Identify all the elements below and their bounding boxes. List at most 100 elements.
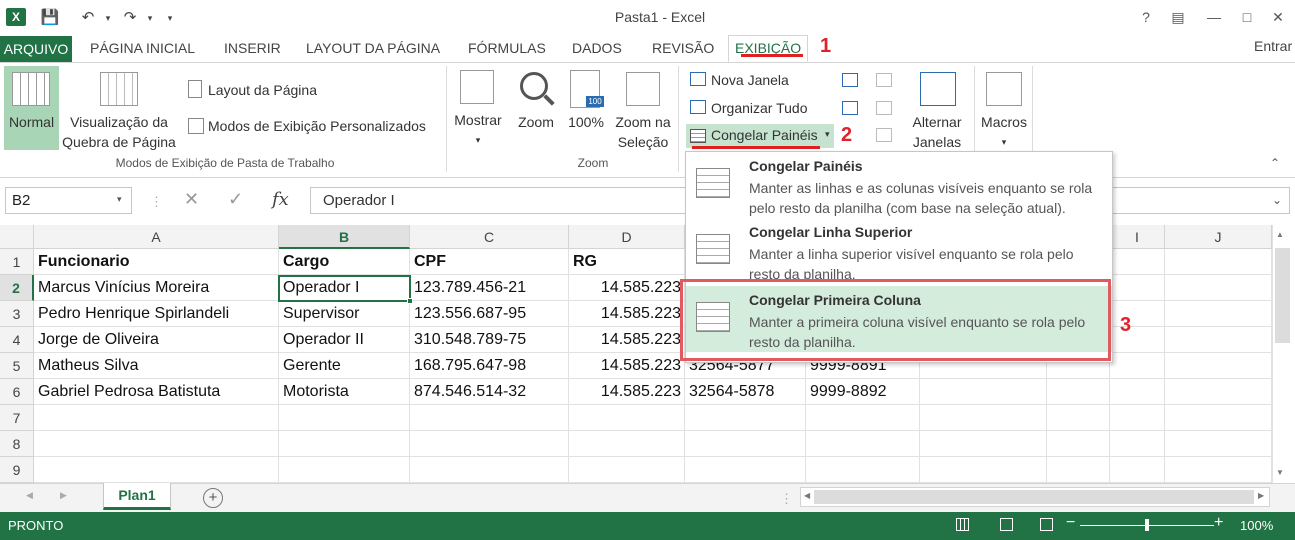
- cell-b5[interactable]: Gerente: [279, 353, 410, 379]
- page-break-status-icon[interactable]: [1040, 518, 1053, 531]
- cell-b1[interactable]: Cargo: [279, 249, 410, 275]
- sheet-tab-plan1[interactable]: Plan1: [103, 483, 171, 510]
- cell-j6[interactable]: [1165, 379, 1272, 405]
- redo-dropdown-icon[interactable]: ▾: [140, 8, 160, 28]
- scroll-up-icon[interactable]: ▲: [1276, 230, 1284, 239]
- cell-j2[interactable]: [1165, 275, 1272, 301]
- insert-function-icon[interactable]: fx: [272, 189, 289, 210]
- cell-d8[interactable]: [569, 431, 685, 457]
- tab-review[interactable]: REVISÃO: [646, 36, 720, 60]
- customize-toolbar-icon[interactable]: ▾: [160, 8, 180, 28]
- cell-j3[interactable]: [1165, 301, 1272, 327]
- collapse-ribbon-icon[interactable]: ⌃: [1270, 156, 1280, 170]
- cell-d3[interactable]: 14.585.223: [569, 301, 685, 327]
- cell-a9[interactable]: [34, 457, 279, 483]
- cell-g9[interactable]: [920, 457, 1047, 483]
- row-header-5[interactable]: 5: [0, 353, 34, 379]
- cell-f6[interactable]: 9999-8892: [806, 379, 920, 405]
- cell-d6[interactable]: 14.585.223: [569, 379, 685, 405]
- cell-j5[interactable]: [1165, 353, 1272, 379]
- cell-c3[interactable]: 123.556.687-95: [410, 301, 569, 327]
- cell-j8[interactable]: [1165, 431, 1272, 457]
- cell-g8[interactable]: [920, 431, 1047, 457]
- close-icon[interactable]: ✕: [1266, 6, 1290, 28]
- zoom-button[interactable]: Zoom: [512, 112, 560, 132]
- cell-a2[interactable]: Marcus Vinícius Moreira: [34, 275, 279, 301]
- column-header-i[interactable]: I: [1110, 225, 1165, 249]
- scrollbar-thumb[interactable]: [1275, 248, 1290, 343]
- tab-insert[interactable]: INSERIR: [218, 36, 287, 60]
- confirm-icon[interactable]: ✓: [228, 189, 243, 210]
- cell-d5[interactable]: 14.585.223: [569, 353, 685, 379]
- row-header-2[interactable]: 2: [0, 275, 34, 301]
- expand-formula-icon[interactable]: ⌄: [1272, 193, 1282, 207]
- arrange-all-button[interactable]: Organizar Tudo: [711, 100, 808, 116]
- normal-view-status-icon[interactable]: [956, 518, 969, 531]
- zoom-selection-button[interactable]: Zoom na Seleção: [608, 112, 678, 152]
- help-button[interactable]: ?: [1134, 6, 1158, 28]
- cell-b3[interactable]: Supervisor: [279, 301, 410, 327]
- cell-f8[interactable]: [806, 431, 920, 457]
- h-scrollbar-thumb[interactable]: [814, 490, 1254, 504]
- cell-c1[interactable]: CPF: [410, 249, 569, 275]
- undo-dropdown-icon[interactable]: ▾: [98, 8, 118, 28]
- save-icon[interactable]: 💾: [40, 8, 60, 28]
- redo-icon[interactable]: ↷: [120, 8, 140, 28]
- cell-d4[interactable]: 14.585.223: [569, 327, 685, 353]
- cell-c8[interactable]: [410, 431, 569, 457]
- fill-handle[interactable]: [407, 298, 413, 304]
- name-box-dropdown-icon[interactable]: ▾: [117, 194, 122, 205]
- row-header-8[interactable]: 8: [0, 431, 34, 457]
- row-header-9[interactable]: 9: [0, 457, 34, 483]
- cell-c7[interactable]: [410, 405, 569, 431]
- column-header-d[interactable]: D: [569, 225, 685, 249]
- scroll-down-icon[interactable]: ▼: [1276, 468, 1284, 477]
- cell-j9[interactable]: [1165, 457, 1272, 483]
- cell-e8[interactable]: [685, 431, 806, 457]
- cell-a4[interactable]: Jorge de Oliveira: [34, 327, 279, 353]
- zoom-100-button[interactable]: 100%: [564, 112, 608, 132]
- cell-a1[interactable]: Funcionario: [34, 249, 279, 275]
- switch-windows-button[interactable]: Alternar Janelas: [900, 112, 974, 152]
- cell-c2[interactable]: 123.789.456-21: [410, 275, 569, 301]
- reset-position-icon[interactable]: [876, 128, 892, 142]
- cell-d7[interactable]: [569, 405, 685, 431]
- zoom-out-button[interactable]: −: [1066, 514, 1075, 532]
- cell-d9[interactable]: [569, 457, 685, 483]
- sync-scroll-icon[interactable]: [876, 101, 892, 115]
- cell-i2[interactable]: [1110, 275, 1165, 301]
- cell-d1[interactable]: RG: [569, 249, 685, 275]
- cell-h8[interactable]: [1047, 431, 1110, 457]
- column-header-j[interactable]: J: [1165, 225, 1272, 249]
- cell-b6[interactable]: Motorista: [279, 379, 410, 405]
- cell-b4[interactable]: Operador II: [279, 327, 410, 353]
- zoom-level[interactable]: 100%: [1240, 518, 1273, 533]
- cell-e9[interactable]: [685, 457, 806, 483]
- cell-g7[interactable]: [920, 405, 1047, 431]
- cell-i3[interactable]: [1110, 301, 1165, 327]
- minimize-icon[interactable]: —: [1202, 6, 1226, 28]
- cell-i6[interactable]: [1110, 379, 1165, 405]
- prev-sheet-icon[interactable]: ◀: [26, 490, 33, 501]
- cell-h6[interactable]: [1047, 379, 1110, 405]
- cell-i4[interactable]: [1110, 327, 1165, 353]
- cell-a6[interactable]: Gabriel Pedrosa Batistuta: [34, 379, 279, 405]
- menu-item-freeze-top-row[interactable]: Congelar Linha Superior Manter a linha s…: [686, 218, 1112, 284]
- hide-icon[interactable]: [842, 101, 858, 115]
- cell-i7[interactable]: [1110, 405, 1165, 431]
- cell-d2[interactable]: 14.585.223: [569, 275, 685, 301]
- cell-c5[interactable]: 168.795.647-98: [410, 353, 569, 379]
- cell-i9[interactable]: [1110, 457, 1165, 483]
- select-all-corner[interactable]: [0, 225, 34, 249]
- cell-e7[interactable]: [685, 405, 806, 431]
- scroll-right-icon[interactable]: ▶: [1258, 491, 1264, 500]
- column-header-c[interactable]: C: [410, 225, 569, 249]
- row-header-1[interactable]: 1: [0, 249, 34, 275]
- column-header-b[interactable]: B: [279, 225, 410, 249]
- cell-c4[interactable]: 310.548.789-75: [410, 327, 569, 353]
- cell-f9[interactable]: [806, 457, 920, 483]
- cell-g6[interactable]: [920, 379, 1047, 405]
- tab-file[interactable]: ARQUIVO: [0, 36, 72, 62]
- cell-f7[interactable]: [806, 405, 920, 431]
- tab-data[interactable]: DADOS: [566, 36, 628, 60]
